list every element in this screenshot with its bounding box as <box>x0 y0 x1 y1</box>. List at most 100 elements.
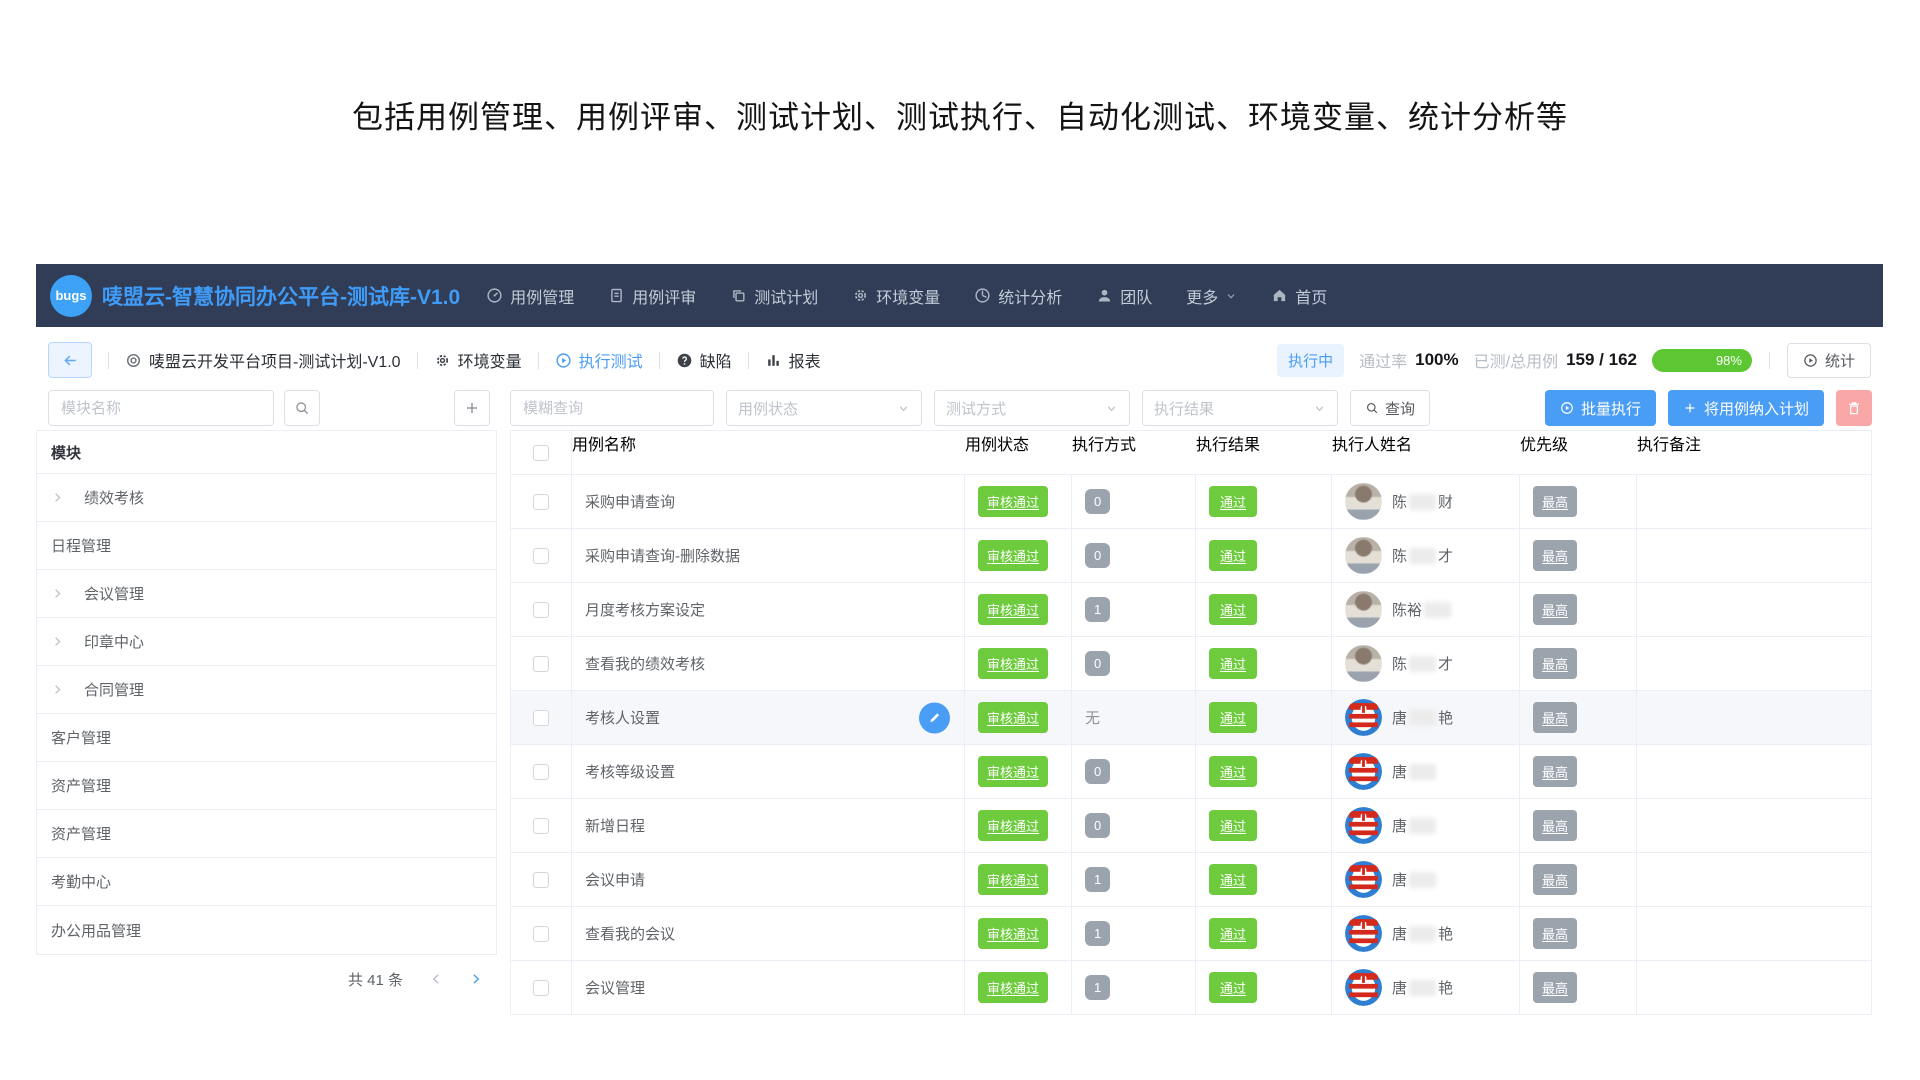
sidebar-module-item[interactable]: 合同管理 <box>37 666 496 714</box>
chevron-down-icon <box>1313 402 1326 415</box>
table-row[interactable]: 会议申请 审核通过 1 通过 唐 最高 <box>511 853 1871 907</box>
filter-select[interactable]: 执行结果 <box>1142 390 1338 426</box>
row-checkbox[interactable] <box>533 872 549 888</box>
batch-execute-button[interactable]: 批量执行 <box>1545 390 1656 426</box>
toolbar-link[interactable]: 环境变量 <box>434 348 522 372</box>
case-name-cell: 会议管理 <box>572 961 965 1014</box>
sidebar-module-item[interactable]: 资产管理 <box>37 762 496 810</box>
sidebar-module-item[interactable]: 会议管理 <box>37 570 496 618</box>
row-checkbox[interactable] <box>533 926 549 942</box>
nav-item[interactable]: 用例管理 <box>486 284 574 308</box>
sidebar-module-item[interactable]: 日程管理 <box>37 522 496 570</box>
module-item-label: 会议管理 <box>84 583 144 604</box>
table-row[interactable]: 考核人设置 审核通过 无 通过 唐 艳 最高 <box>511 691 1871 745</box>
executor-cell: 陈 才 <box>1332 529 1520 582</box>
row-checkbox[interactable] <box>533 710 549 726</box>
toolbar-link[interactable]: 执行测试 <box>555 348 643 372</box>
row-checkbox[interactable] <box>533 818 549 834</box>
execution-method-text: 无 <box>1085 707 1100 728</box>
logo-avatar <box>1345 915 1382 952</box>
prev-page-icon[interactable] <box>429 972 443 986</box>
execution-method-badge: 0 <box>1085 543 1110 568</box>
add-module-button[interactable] <box>454 390 490 426</box>
toolbar-link[interactable]: 缺陷 <box>676 348 732 372</box>
chevron-down-icon <box>897 402 910 415</box>
add-case-to-plan-button[interactable]: 将用例纳入计划 <box>1668 390 1824 426</box>
column-header: 用例名称 <box>572 431 965 474</box>
plus-icon <box>1683 401 1697 415</box>
row-checkbox[interactable] <box>533 656 549 672</box>
filter-select[interactable]: 测试方式 <box>934 390 1130 426</box>
execution-result-cell: 通过 <box>1196 475 1332 528</box>
play-circle-icon <box>1560 401 1574 415</box>
nav-item[interactable]: 统计分析 <box>974 284 1062 308</box>
nav-item-icon <box>486 287 503 304</box>
module-item-label: 日程管理 <box>51 535 111 556</box>
row-checkbox[interactable] <box>533 494 549 510</box>
table-row[interactable]: 查看我的绩效考核 审核通过 0 通过 陈 才 最高 <box>511 637 1871 691</box>
fuzzy-search-input[interactable] <box>510 390 714 426</box>
row-checkbox[interactable] <box>533 980 549 996</box>
table-row[interactable]: 查看我的会议 审核通过 1 通过 唐 艳 最高 <box>511 907 1871 961</box>
back-button[interactable] <box>48 342 92 378</box>
nav-item[interactable]: 测试计划 <box>730 284 818 308</box>
module-name-input[interactable] <box>48 390 274 426</box>
case-name-cell: 查看我的会议 <box>572 907 965 960</box>
module-search-button[interactable] <box>284 390 320 426</box>
sidebar-module-item[interactable]: 办公用品管理 <box>37 906 496 954</box>
table-row[interactable]: 采购申请查询 审核通过 0 通过 陈 财 最高 <box>511 475 1871 529</box>
avatar <box>1345 645 1382 682</box>
app-logo[interactable]: bugs <box>50 275 92 317</box>
sidebar-module-item[interactable]: 绩效考核 <box>37 474 496 522</box>
toolbar-link[interactable]: 报表 <box>765 348 821 372</box>
next-page-icon[interactable] <box>469 972 483 986</box>
module-item-label: 办公用品管理 <box>51 920 141 941</box>
execution-note-cell <box>1637 691 1871 744</box>
sidebar-module-item[interactable]: 客户管理 <box>37 714 496 762</box>
nav-item[interactable]: 环境变量 <box>852 284 940 308</box>
sidebar-module-item[interactable]: 考勤中心 <box>37 858 496 906</box>
row-checkbox[interactable] <box>533 602 549 618</box>
table-row[interactable]: 新增日程 审核通过 0 通过 唐 最高 <box>511 799 1871 853</box>
nav-item[interactable]: 用例评审 <box>608 284 696 308</box>
row-checkbox[interactable] <box>533 548 549 564</box>
executor-cell: 陈 财 <box>1332 475 1520 528</box>
executor-cell: 唐 <box>1332 799 1520 852</box>
nav-item[interactable]: 更多 <box>1186 284 1237 308</box>
execution-method-badge: 1 <box>1085 921 1110 946</box>
sidebar-module-item[interactable]: 资产管理 <box>37 810 496 858</box>
edit-case-button[interactable] <box>919 702 950 733</box>
execution-method-cell: 0 <box>1072 475 1196 528</box>
delete-button[interactable] <box>1836 390 1872 426</box>
table-row[interactable]: 考核等级设置 审核通过 0 通过 唐 最高 <box>511 745 1871 799</box>
stats-button[interactable]: 统计 <box>1787 343 1871 378</box>
priority-badge: 最高 <box>1533 918 1577 949</box>
chevron-right-icon <box>51 491 64 504</box>
priority-badge: 最高 <box>1533 486 1577 517</box>
nav-item-icon <box>730 287 747 304</box>
filter-select[interactable]: 用例状态 <box>726 390 922 426</box>
execution-method-badge: 0 <box>1085 651 1110 676</box>
executor-name: 唐 <box>1392 869 1438 890</box>
row-checkbox-cell <box>511 637 572 690</box>
nav-item[interactable]: 团队 <box>1096 284 1152 308</box>
table-row[interactable]: 采购申请查询-删除数据 审核通过 0 通过 陈 才 最高 <box>511 529 1871 583</box>
row-checkbox-cell <box>511 961 572 1014</box>
nav-item[interactable]: 首页 <box>1271 284 1327 308</box>
table-row[interactable]: 会议管理 审核通过 1 通过 唐 艳 最高 <box>511 961 1871 1015</box>
case-status-badge: 审核通过 <box>978 540 1048 571</box>
query-button[interactable]: 查询 <box>1350 390 1430 426</box>
select-all-checkbox[interactable] <box>533 445 549 461</box>
table-row[interactable]: 月度考核方案设定 审核通过 1 通过 陈裕 最高 <box>511 583 1871 637</box>
column-header: 执行结果 <box>1196 431 1332 474</box>
execution-method-cell: 0 <box>1072 745 1196 798</box>
avatar <box>1345 915 1382 952</box>
avatar <box>1345 591 1382 628</box>
logo-avatar <box>1345 807 1382 844</box>
case-name-cell: 考核人设置 <box>572 691 965 744</box>
sidebar-module-item[interactable]: 印章中心 <box>37 618 496 666</box>
row-checkbox[interactable] <box>533 764 549 780</box>
nav-item-label: 团队 <box>1120 284 1152 308</box>
project-breadcrumb[interactable]: 唛盟云开发平台项目-测试计划-V1.0 <box>125 348 401 372</box>
execution-note-cell <box>1637 583 1871 636</box>
